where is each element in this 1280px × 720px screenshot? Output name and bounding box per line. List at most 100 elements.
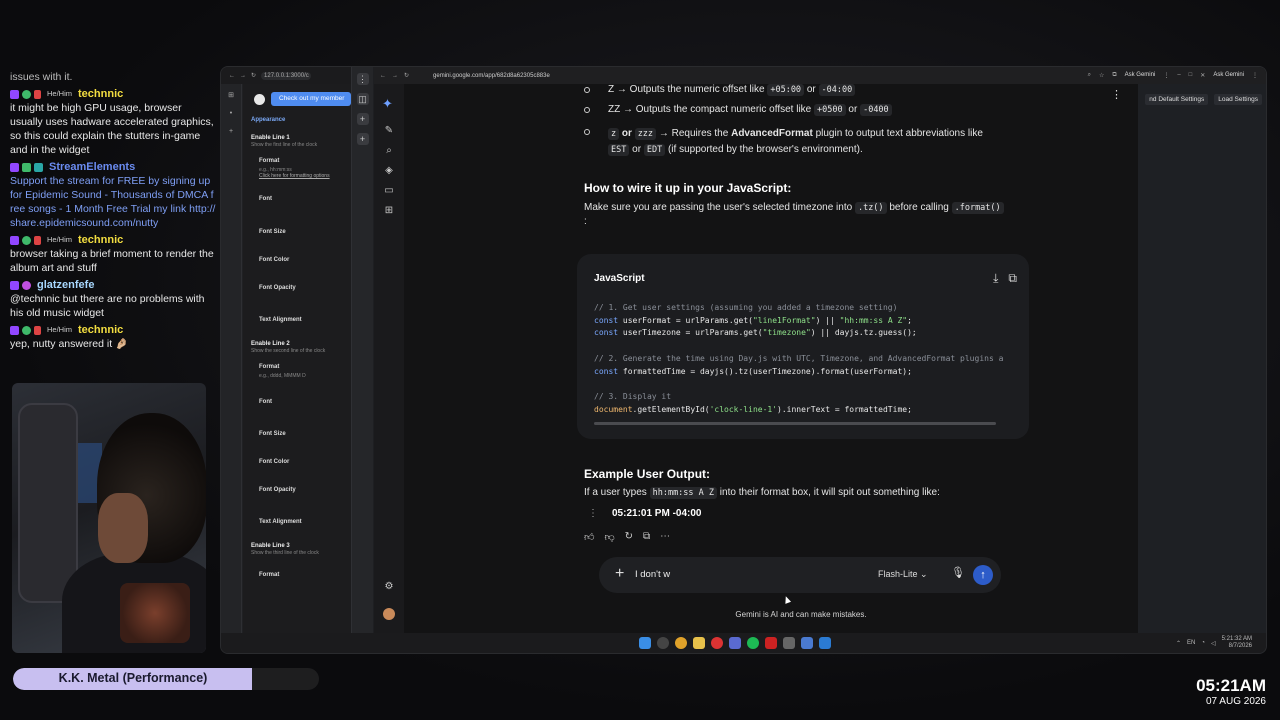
gems-icon[interactable]: ◈ <box>382 164 396 178</box>
thumbs-up-icon[interactable]: 👍︎ <box>584 531 594 543</box>
member-button[interactable]: Check out my member <box>271 92 351 106</box>
rail-icon[interactable]: ◫ <box>356 93 369 105</box>
app-icon[interactable] <box>765 637 777 649</box>
chat-text: @technnic but there are no problems with… <box>10 293 205 319</box>
mic-icon[interactable]: 🎙︎ <box>951 566 965 579</box>
check-badge-icon <box>22 162 31 172</box>
settings-icon[interactable]: ⚙ <box>382 580 396 594</box>
tray-chevron-icon[interactable]: ⌃ <box>1176 640 1181 647</box>
text-alignment-label[interactable]: Text Alignment <box>259 519 351 525</box>
sidebar-dot-icon[interactable]: • <box>225 108 237 120</box>
tray-language[interactable]: EN <box>1187 640 1195 646</box>
chat-message: He/Him technnic it might be high GPU usa… <box>10 87 216 157</box>
font-label[interactable]: Font <box>259 399 351 405</box>
font-color-label[interactable]: Font Color <box>259 459 351 465</box>
address-bar[interactable]: gemini.google.com/app/682d8a62305c883e <box>433 73 550 79</box>
model-selector[interactable]: Flash-Lite ⌄ <box>878 569 928 580</box>
reload-icon[interactable]: ↻ <box>404 72 409 79</box>
vscode-icon[interactable] <box>819 637 831 649</box>
text-alignment-label[interactable]: Text Alignment <box>259 317 351 323</box>
load-settings-button[interactable]: Load Settings <box>1214 94 1262 105</box>
search-icon[interactable]: ⌕ <box>382 144 396 158</box>
chat-username[interactable]: technnic <box>78 87 123 101</box>
chat-username[interactable]: glatzenfefe <box>37 278 94 292</box>
chat-username[interactable]: technnic <box>78 233 123 247</box>
download-icon[interactable]: ⤓ <box>993 271 998 286</box>
send-button[interactable]: ↑ <box>973 565 993 585</box>
new-chat-icon[interactable]: ✎ <box>382 124 396 138</box>
rail-add-icon[interactable]: + <box>356 113 369 125</box>
spotify-icon[interactable] <box>747 637 759 649</box>
code-actions: ⤓ ⧉ <box>993 271 1017 286</box>
more-options-icon[interactable]: ⋮ <box>1111 88 1122 101</box>
settings-buttons: nd Default Settings Load Settings <box>1145 94 1262 105</box>
how-title: How to wire it up in your JavaScript: <box>584 181 792 195</box>
code-scrollbar[interactable] <box>594 422 996 425</box>
format-input-2[interactable]: e.g., dddd, MMMM D <box>259 373 351 379</box>
forward-icon[interactable]: → <box>240 73 246 79</box>
wifi-icon[interactable]: ◔ <box>1201 640 1205 646</box>
line1-title[interactable]: Enable Line 1 <box>251 135 351 141</box>
ask-gemini-button[interactable]: Ask Gemini <box>1125 72 1156 79</box>
chrome-icon[interactable] <box>675 637 687 649</box>
obs-icon[interactable] <box>657 637 669 649</box>
windows-start-icon[interactable] <box>639 637 651 649</box>
star-icon[interactable]: ☆ <box>1099 72 1104 79</box>
prompt-input-bar[interactable]: + I don't w Flash-Lite ⌄ 🎙︎ ↑ <box>599 557 1001 593</box>
line2-title[interactable]: Enable Line 2 <box>251 341 351 347</box>
menu-icon[interactable]: ⋮ <box>1163 72 1169 79</box>
app-icon[interactable] <box>801 637 813 649</box>
add-icon[interactable]: + <box>615 565 624 583</box>
format-options-link[interactable]: Click here for formatting options <box>259 173 351 179</box>
sidebar-icon[interactable]: ⊞ <box>225 90 237 102</box>
app-icon[interactable] <box>729 637 741 649</box>
ask-gemini-button[interactable]: Ask Gemini <box>1213 72 1244 79</box>
stream-clock: 05:21AM 07 AUG 2026 <box>1196 676 1266 707</box>
line3-title[interactable]: Enable Line 3 <box>251 543 351 549</box>
thumbs-down-icon[interactable]: 👎︎ <box>604 531 614 543</box>
back-icon[interactable]: ← <box>380 73 386 79</box>
chat-username[interactable]: technnic <box>78 323 123 337</box>
font-size-label[interactable]: Font Size <box>259 431 351 437</box>
sidebar-plus-icon[interactable]: + <box>225 126 237 138</box>
gemini-spark-icon[interactable]: ✦ <box>382 96 393 112</box>
apps-icon[interactable]: ⊞ <box>382 204 396 218</box>
format-label: Format <box>259 572 280 578</box>
font-opacity-label[interactable]: Font Opacity <box>259 487 351 493</box>
chat-username[interactable]: StreamElements <box>49 160 135 174</box>
default-settings-button[interactable]: nd Default Settings <box>1145 94 1209 105</box>
app-icon[interactable] <box>711 637 723 649</box>
close-icon[interactable]: ✕ <box>1200 72 1205 79</box>
forward-icon[interactable]: → <box>392 73 398 79</box>
extensions-icon[interactable]: ⧉ <box>1112 72 1116 79</box>
back-icon[interactable]: ← <box>229 73 235 79</box>
zoom-icon[interactable]: ⌕ <box>1088 72 1091 79</box>
font-opacity-label[interactable]: Font Opacity <box>259 285 351 291</box>
regenerate-icon[interactable]: ↻ <box>625 531 633 543</box>
address-bar[interactable]: 127.0.0.1:3000/c <box>261 71 312 80</box>
minimize-icon[interactable]: – <box>1177 72 1180 79</box>
font-color-label[interactable]: Font Color <box>259 257 351 263</box>
chat-text: it might be high GPU usage, browser usua… <box>10 102 214 156</box>
font-label[interactable]: Font <box>259 196 351 202</box>
more-icon[interactable]: ⋯ <box>660 531 670 543</box>
reload-icon[interactable]: ↻ <box>251 72 256 79</box>
copy-icon[interactable]: ⧉ <box>643 531 650 543</box>
tray-clock[interactable]: 5:21:32 AM 8/7/2026 <box>1222 636 1252 650</box>
menu-icon[interactable]: ⋮ <box>1252 72 1258 79</box>
app-icon[interactable] <box>783 637 795 649</box>
volume-icon[interactable]: ◁ <box>1211 640 1216 647</box>
library-icon[interactable]: ▭ <box>382 184 396 198</box>
explorer-icon[interactable] <box>693 637 705 649</box>
twitch-badge-icon <box>10 162 19 172</box>
prompt-input[interactable]: I don't w <box>635 569 670 580</box>
font-size-label[interactable]: Font Size <box>259 229 351 235</box>
sword-badge-icon <box>34 235 41 245</box>
avatar[interactable] <box>383 608 395 620</box>
rail-icon[interactable]: ⋮ <box>356 73 369 85</box>
copy-icon[interactable]: ⧉ <box>1008 271 1017 286</box>
webcam-feed <box>12 383 206 653</box>
maximize-icon[interactable]: □ <box>1189 72 1193 79</box>
rail-add-icon[interactable]: + <box>356 133 369 145</box>
shield-badge-icon <box>22 325 31 335</box>
